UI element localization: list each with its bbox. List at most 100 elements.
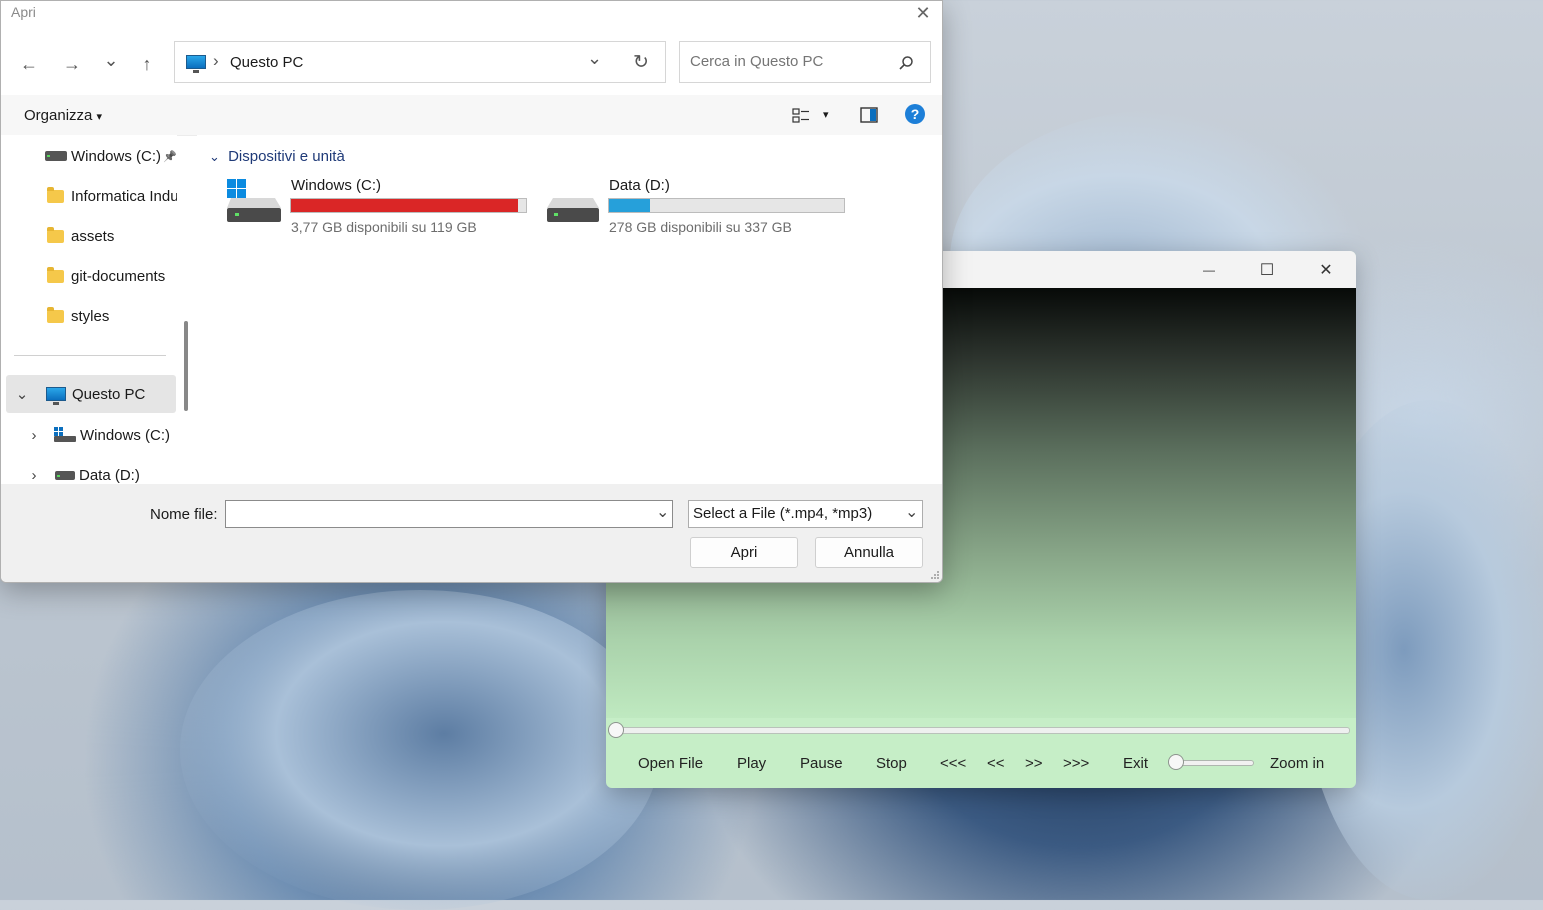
address-location[interactable]: Questo PC xyxy=(230,54,303,71)
filename-label: Nome file: xyxy=(150,506,218,523)
drive-tile-data-d[interactable]: Data (D:) 278 GB disponibili su 337 GB xyxy=(545,175,855,239)
minimize-icon: — xyxy=(1203,262,1215,277)
dialog-close-button[interactable]: ✕ xyxy=(907,1,939,25)
drive-free-space: 278 GB disponibili su 337 GB xyxy=(609,219,792,235)
back-button[interactable]: ← xyxy=(18,53,40,75)
sidebar-item-label: Windows (C:) xyxy=(71,147,162,165)
arrow-right-icon: → xyxy=(63,53,81,74)
pane-scrollbar[interactable] xyxy=(184,321,188,411)
drive-name: Windows (C:) xyxy=(291,177,382,194)
caret-down-icon: ▾ xyxy=(823,109,829,121)
sidebar-item-label: Informatica Indu xyxy=(71,187,177,205)
preview-pane-button[interactable] xyxy=(860,107,878,123)
sidebar-item-windows-c[interactable]: Windows (C:) 📌 xyxy=(1,137,177,175)
open-file-button[interactable]: Open File xyxy=(638,753,703,775)
filename-input[interactable] xyxy=(230,505,644,523)
dialog-title: Apri xyxy=(11,4,36,20)
chevron-right-icon[interactable]: › xyxy=(24,427,44,444)
sidebar-item-informatica[interactable]: Informatica Indu xyxy=(1,177,177,215)
pc-icon xyxy=(46,387,66,405)
folder-icon xyxy=(47,266,64,283)
chevron-down-icon[interactable]: ⌄ xyxy=(656,502,669,522)
close-button[interactable]: ✕ xyxy=(1303,251,1349,288)
view-list-icon xyxy=(792,108,809,123)
drive-tile-windows-c[interactable]: Windows (C:) 3,77 GB disponibili su 119 … xyxy=(225,175,535,239)
stop-button[interactable]: Stop xyxy=(876,753,907,775)
zoom-slider[interactable] xyxy=(1168,754,1254,770)
search-icon xyxy=(899,56,913,70)
search-box[interactable] xyxy=(679,41,931,83)
rewind-button[interactable]: << xyxy=(987,753,1005,775)
command-bar: Organizza ▾ ▾ ? xyxy=(1,95,942,136)
help-icon: ? xyxy=(910,106,920,122)
folder-icon xyxy=(47,226,64,243)
pin-icon: 📌 xyxy=(163,150,177,163)
drive-icon xyxy=(55,470,75,480)
chevron-right-icon[interactable]: › xyxy=(24,467,44,484)
windows-drive-icon xyxy=(54,427,76,442)
help-button[interactable]: ? xyxy=(905,104,925,124)
change-view-button[interactable]: ▾ xyxy=(792,106,836,126)
seek-slider[interactable] xyxy=(608,722,1350,738)
group-label: Dispositivi e unità xyxy=(228,148,345,165)
maximize-icon: ☐ xyxy=(1259,261,1275,279)
organize-label: Organizza xyxy=(24,107,93,124)
tree-item-windows-c[interactable]: › Windows (C:) xyxy=(1,416,177,454)
filename-combobox[interactable]: ⌄ xyxy=(225,500,673,528)
chevron-down-icon: ⌄ xyxy=(905,504,919,521)
sidebar-item-label: assets xyxy=(71,227,115,245)
tree-item-label: Data (D:) xyxy=(79,466,140,484)
address-dropdown-icon[interactable]: ⌄ xyxy=(587,48,602,69)
drive-usage-bar xyxy=(608,198,845,213)
recent-locations-button[interactable]: ⌄ xyxy=(100,49,122,71)
chevron-down-icon[interactable]: ⌄ xyxy=(10,385,34,403)
chevron-down-icon: ⌄ xyxy=(103,49,119,70)
drive-name: Data (D:) xyxy=(609,177,670,194)
sidebar-item-label: styles xyxy=(71,307,110,325)
tree-item-questo-pc[interactable]: ⌄ Questo PC xyxy=(6,375,176,413)
close-icon: ✕ xyxy=(1319,261,1333,279)
tree-item-data-d[interactable]: › Data (D:) xyxy=(1,456,177,484)
drive-icon xyxy=(45,151,67,161)
search-input[interactable] xyxy=(688,52,892,71)
file-view: ⌄ Dispositivi e unità Windows (C:) 3,77 … xyxy=(197,135,942,484)
refresh-icon[interactable]: ↻ xyxy=(633,51,649,74)
play-button[interactable]: Play xyxy=(737,753,766,775)
maximize-button[interactable]: ☐ xyxy=(1244,251,1290,288)
caret-down-icon: ▾ xyxy=(96,111,103,123)
cancel-button[interactable]: Annulla xyxy=(815,537,923,568)
sidebar-item-assets[interactable]: assets xyxy=(1,217,177,255)
exit-button[interactable]: Exit xyxy=(1123,753,1148,775)
breadcrumb-separator: › xyxy=(213,51,219,70)
sidebar-item-label: git-documents xyxy=(71,267,166,285)
organize-button[interactable]: Organizza ▾ xyxy=(24,107,102,124)
open-button[interactable]: Apri xyxy=(690,537,798,568)
tree-item-label: Windows (C:) xyxy=(80,426,171,444)
arrow-up-icon: ↑ xyxy=(142,53,152,74)
rewind-fast-button[interactable]: <<< xyxy=(940,753,966,775)
preview-pane-icon xyxy=(860,107,878,123)
tree-item-label: Questo PC xyxy=(72,385,146,403)
chevron-down-icon: ⌄ xyxy=(209,149,220,164)
address-bar[interactable]: › Questo PC ⌄ ↻ xyxy=(174,41,666,83)
folder-icon xyxy=(47,186,64,203)
sidebar-item-git-documents[interactable]: git-documents xyxy=(1,257,177,295)
sidebar-divider xyxy=(14,355,166,356)
drive-usage-bar xyxy=(290,198,527,213)
seek-slider-thumb[interactable] xyxy=(608,722,624,738)
forward-fast-button[interactable]: >>> xyxy=(1063,753,1089,775)
filetype-select[interactable]: Select a File (*.mp4, *mp3) ⌄ xyxy=(688,500,923,528)
forward-button[interactable]: >> xyxy=(1025,753,1043,775)
forward-nav-button[interactable]: → xyxy=(61,53,83,75)
up-button[interactable]: ↑ xyxy=(136,53,158,75)
sidebar-item-styles[interactable]: styles xyxy=(1,297,177,335)
resize-grip-icon[interactable] xyxy=(930,570,940,580)
open-file-dialog: Apri ✕ ← → ⌄ ↑ › Questo PC ⌄ ↻ Organizza… xyxy=(0,0,943,583)
minimize-button[interactable]: — xyxy=(1186,251,1232,288)
windows-drive-icon xyxy=(227,179,281,222)
zoom-slider-thumb[interactable] xyxy=(1168,754,1184,770)
navigation-pane: Windows (C:) 📌 Informatica Indu assets g… xyxy=(1,135,177,484)
drive-usage-fill xyxy=(609,199,651,212)
pause-button[interactable]: Pause xyxy=(800,753,843,775)
group-header[interactable]: ⌄ Dispositivi e unità xyxy=(209,148,345,165)
